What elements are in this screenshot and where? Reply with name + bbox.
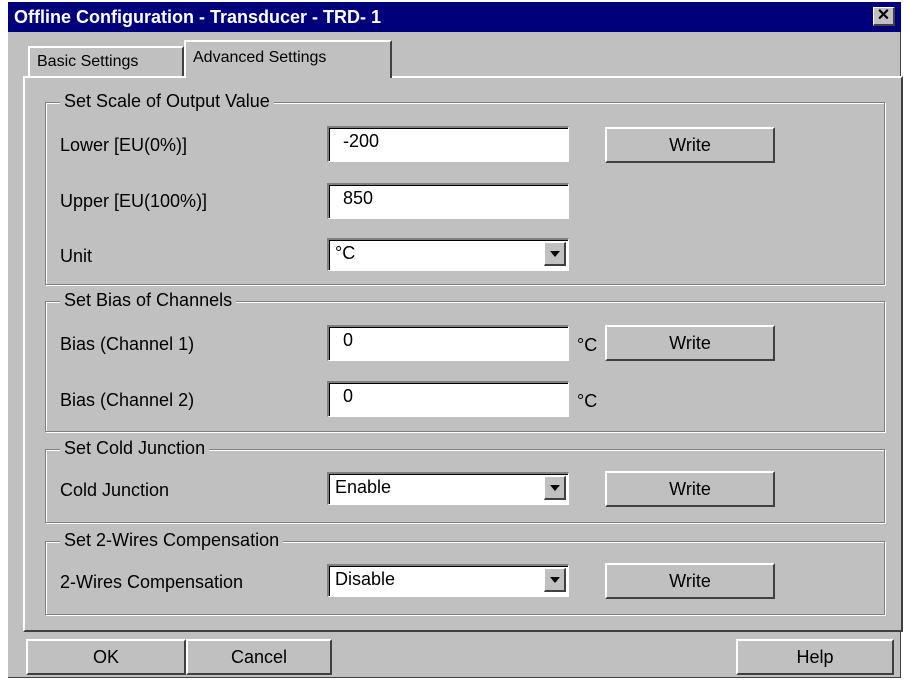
ok-button[interactable]: OK: [26, 639, 186, 675]
cold-junction-select-value: Enable: [335, 477, 392, 497]
title-bar[interactable]: Offline Configuration - Transducer - TRD…: [8, 2, 901, 32]
advanced-settings-panel: Set Scale of Output Value Lower [EU(0%)]…: [23, 76, 903, 632]
write-two-wires-button[interactable]: Write: [605, 563, 775, 599]
bias-channel-1-label: Bias (Channel 1): [60, 334, 195, 354]
two-wires-group: Set 2-Wires Compensation 2-Wires Compens…: [45, 530, 885, 615]
chevron-down-icon[interactable]: [544, 242, 566, 266]
two-wires-label: 2-Wires Compensation: [60, 572, 244, 592]
bias-channel-2-unit: °C: [577, 391, 598, 411]
unit-select-value: °C: [335, 243, 356, 263]
cold-junction-legend: Set Cold Junction: [60, 438, 210, 459]
lower-eu-label: Lower [EU(0%)]: [60, 135, 188, 155]
window-title: Offline Configuration - Transducer - TRD…: [14, 7, 382, 27]
upper-eu-input[interactable]: 850: [327, 183, 569, 219]
bias-channel-2-label: Bias (Channel 2): [60, 390, 195, 410]
unit-label: Unit: [60, 246, 93, 266]
upper-eu-label: Upper [EU(100%)]: [60, 191, 208, 211]
tab-advanced-settings[interactable]: Advanced Settings: [184, 40, 392, 78]
unit-select[interactable]: °C: [327, 238, 569, 271]
lower-eu-input[interactable]: -200: [327, 126, 569, 162]
tab-basic-settings[interactable]: Basic Settings: [28, 46, 184, 78]
write-bias-button[interactable]: Write: [605, 325, 775, 361]
cold-junction-group: Set Cold Junction Cold Junction Enable W…: [45, 438, 885, 523]
scale-group: Set Scale of Output Value Lower [EU(0%)]…: [45, 91, 885, 285]
scale-group-legend: Set Scale of Output Value: [60, 91, 274, 112]
bias-group-legend: Set Bias of Channels: [60, 290, 237, 311]
two-wires-select[interactable]: Disable: [327, 564, 569, 597]
help-button[interactable]: Help: [736, 639, 894, 675]
close-icon[interactable]: ✕: [873, 7, 895, 26]
two-wires-select-value: Disable: [335, 569, 396, 589]
bias-group: Set Bias of Channels Bias (Channel 1) 0 …: [45, 290, 885, 432]
bias-channel-2-input[interactable]: 0: [327, 381, 569, 417]
bias-channel-1-input[interactable]: 0: [327, 325, 569, 361]
write-scale-button[interactable]: Write: [605, 127, 775, 163]
cancel-button[interactable]: Cancel: [186, 639, 332, 675]
write-cold-junction-button[interactable]: Write: [605, 471, 775, 507]
cold-junction-label: Cold Junction: [60, 480, 170, 500]
cold-junction-select[interactable]: Enable: [327, 472, 569, 505]
bias-channel-1-unit: °C: [577, 335, 598, 355]
dialog-window: Offline Configuration - Transducer - TRD…: [8, 2, 903, 678]
chevron-down-icon[interactable]: [544, 476, 566, 500]
two-wires-legend: Set 2-Wires Compensation: [60, 530, 284, 551]
chevron-down-icon[interactable]: [544, 568, 566, 592]
